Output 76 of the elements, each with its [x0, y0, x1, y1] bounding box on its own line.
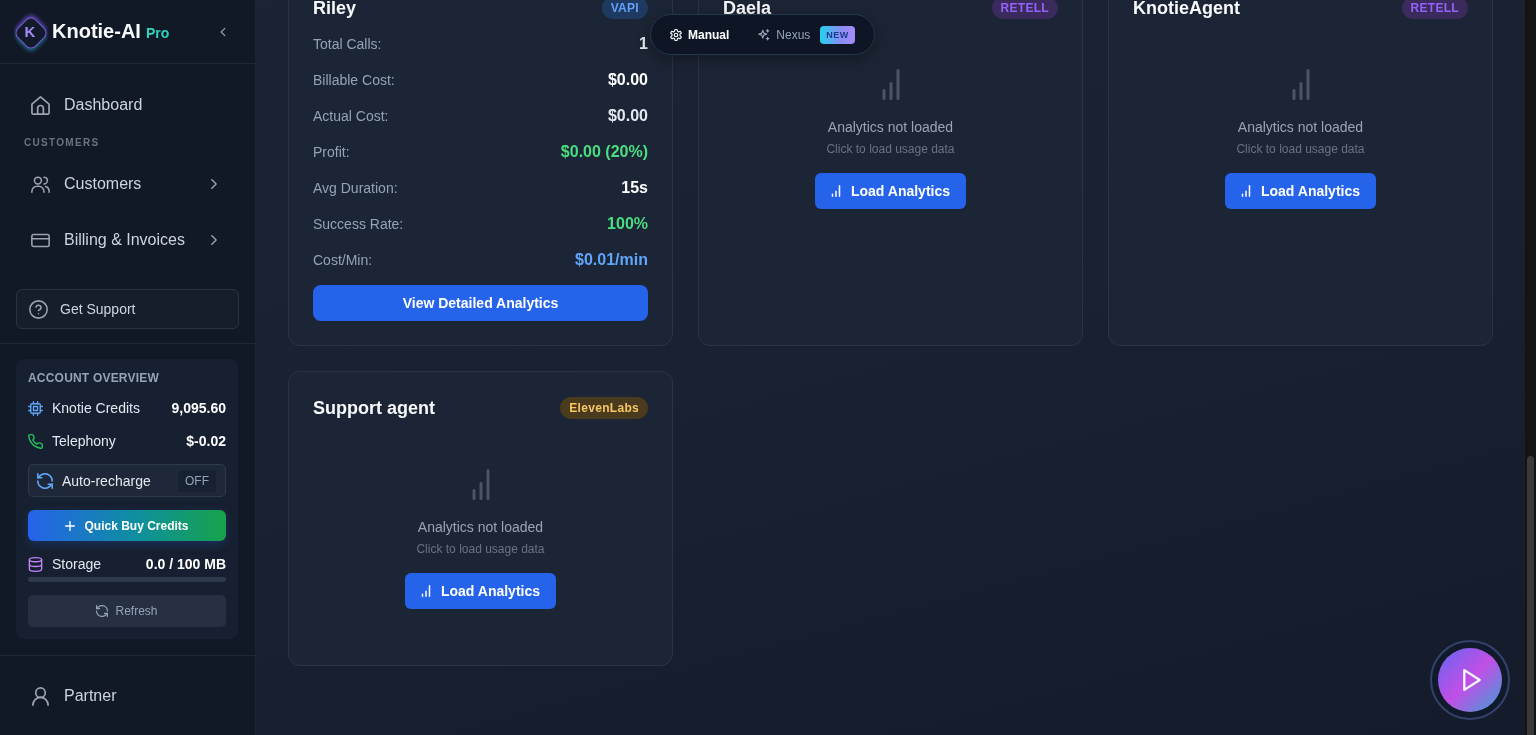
load-analytics-button[interactable]: Load Analytics — [1224, 173, 1377, 209]
database-icon — [28, 556, 43, 572]
brand-name: Knotie-AI — [52, 20, 141, 43]
agent-name: Riley — [313, 0, 357, 19]
scrollbar-thumb[interactable] — [1527, 456, 1534, 735]
refresh-button[interactable]: Refresh — [28, 595, 226, 627]
stat-label: Avg Duration: — [313, 180, 398, 196]
new-badge: NEW — [820, 25, 855, 44]
refresh-icon — [37, 472, 53, 489]
stat-value: $0.00 — [607, 107, 648, 125]
empty-state-hint: Click to load usage data — [826, 141, 955, 157]
stat-value: $0.01/min — [575, 251, 648, 269]
provider-tag: RETELL — [991, 0, 1058, 19]
bar-chart-icon — [420, 585, 431, 597]
help-icon — [29, 299, 48, 319]
storage-label: Storage — [52, 556, 102, 572]
provider-tag: RETELL — [1401, 0, 1468, 19]
bar-chart-icon — [470, 469, 491, 500]
bar-chart-icon — [1290, 69, 1311, 100]
bar-chart-icon — [1240, 185, 1251, 197]
account-overview-title: ACCOUNT OVERVIEW — [28, 371, 160, 385]
mode-tab[interactable]: Nexus NEW — [750, 20, 863, 49]
plus-icon — [65, 520, 76, 531]
empty-state-hint: Click to load usage data — [416, 541, 545, 557]
agent-name: Support agent — [313, 397, 435, 419]
stat-label: Cost/Min: — [313, 252, 373, 268]
agent-name: KnotieAgent — [1133, 0, 1240, 19]
chevron-left-icon[interactable] — [220, 26, 226, 37]
user-icon — [31, 686, 50, 706]
empty-state-title: Analytics not loaded — [827, 118, 954, 137]
stat-value: 100% — [607, 215, 648, 233]
stat-value: 15s — [621, 179, 648, 197]
nav-item[interactable]: Partner — [16, 672, 239, 720]
stat-label: Total Calls: — [313, 36, 382, 52]
stat-label: Billable Cost: — [313, 72, 395, 88]
stat-label: Success Rate: — [313, 216, 404, 232]
balance-value: 9,095.60 — [171, 400, 226, 416]
users-icon — [31, 174, 50, 194]
stat-value: $0.00 — [607, 71, 648, 89]
balance-label: Knotie Credits — [52, 400, 140, 416]
quick-buy-credits-button[interactable]: Quick Buy Credits — [28, 510, 226, 541]
empty-state-title: Analytics not loaded — [417, 518, 544, 537]
empty-state-title: Analytics not loaded — [1237, 118, 1364, 137]
nav-item[interactable]: Dashboard — [16, 81, 239, 129]
provider-tag: VAPI — [601, 0, 648, 19]
auto-recharge-status: OFF — [178, 469, 216, 492]
logo-mark: K — [12, 13, 48, 50]
gear-icon — [670, 28, 682, 41]
bar-chart-icon — [830, 185, 841, 197]
plan-label: Pro — [145, 25, 170, 41]
section-label: CUSTOMERS — [23, 137, 101, 149]
phone-icon — [28, 433, 43, 449]
view-analytics-button[interactable]: View Detailed Analytics — [313, 285, 648, 321]
refresh-icon — [96, 605, 109, 617]
stat-value: $0.00 (20%) — [560, 143, 648, 161]
nav-item[interactable]: Customers — [16, 160, 239, 208]
home-icon — [31, 95, 50, 115]
nav-item[interactable]: Billing & Invoices — [16, 216, 239, 264]
play-icon — [1463, 669, 1481, 691]
sparkles-icon — [758, 28, 771, 41]
provider-tag: ElevenLabs — [560, 397, 648, 419]
chip-icon — [28, 400, 43, 416]
stat-label: Profit: — [313, 144, 350, 160]
stat-value: 1 — [639, 35, 648, 53]
load-analytics-button[interactable]: Load Analytics — [814, 173, 967, 209]
balance-label: Telephony — [52, 433, 116, 449]
load-analytics-button[interactable]: Load Analytics — [404, 573, 557, 609]
get-support-button[interactable]: Get Support — [16, 289, 239, 329]
bar-chart-icon — [880, 69, 901, 100]
storage-value: 0.0 / 100 MB — [145, 556, 226, 572]
agent-name: Daela — [723, 0, 772, 19]
empty-state-hint: Click to load usage data — [1236, 141, 1365, 157]
stat-label: Actual Cost: — [313, 108, 389, 124]
auto-recharge-toggle[interactable]: Auto-recharge OFF — [28, 464, 226, 497]
balance-value: $-0.02 — [186, 433, 226, 449]
mode-tab[interactable]: Manual — [662, 20, 738, 49]
